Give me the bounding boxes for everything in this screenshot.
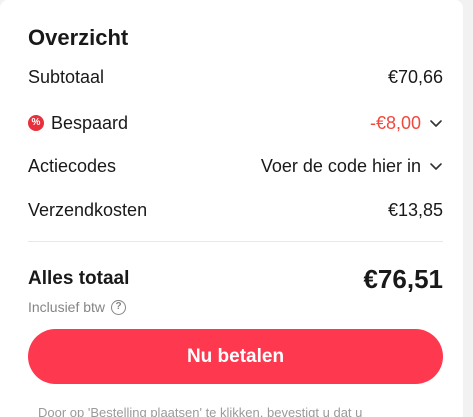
divider [28, 241, 443, 242]
chevron-down-icon[interactable] [429, 159, 443, 173]
terms-text: Door op 'Bestelling plaatsen' te klikken… [38, 405, 363, 417]
discount-percent-icon: % [28, 115, 44, 131]
subtotal-value: €70,66 [387, 66, 443, 87]
tax-note: Inclusief btw ? [28, 299, 127, 315]
tax-note-text: Inclusief btw [28, 299, 106, 315]
subtotal-row: Subtotaal €70,66 [28, 63, 443, 91]
order-summary-card: Overzicht Subtotaal €70,66 % Bespaard -€… [0, 0, 463, 417]
saved-label: Bespaard [51, 112, 129, 133]
summary-title: Overzicht [28, 25, 129, 50]
chevron-down-icon[interactable] [429, 116, 443, 130]
shipping-value: €13,85 [387, 199, 443, 220]
pay-now-button[interactable]: Nu betalen [28, 329, 443, 384]
promo-code-label: Actiecodes [28, 155, 117, 176]
total-label: Alles totaal [28, 268, 130, 289]
shipping-row: Verzendkosten €13,85 [28, 196, 443, 224]
help-icon[interactable]: ? [111, 299, 127, 315]
total-value: €76,51 [363, 264, 443, 294]
promo-code-row[interactable]: Actiecodes Voer de code hier in [28, 152, 443, 180]
saved-row[interactable]: % Bespaard -€8,00 [28, 109, 443, 137]
promo-code-field[interactable]: Voer de code hier in [261, 156, 421, 177]
subtotal-label: Subtotaal [28, 66, 105, 87]
saved-value: -€8,00 [369, 112, 421, 133]
shipping-label: Verzendkosten [28, 199, 148, 220]
